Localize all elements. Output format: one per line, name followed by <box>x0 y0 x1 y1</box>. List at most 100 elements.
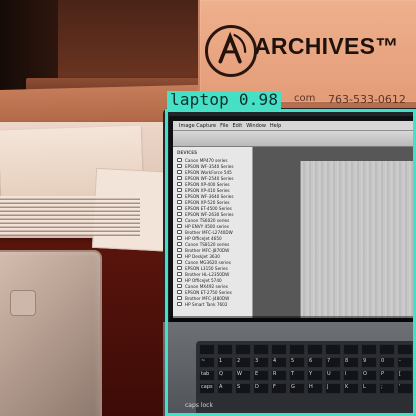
sidebar-item[interactable]: HP Smart Tank 7602 <box>173 301 252 307</box>
keyboard-key[interactable] <box>379 344 395 355</box>
sidebar-item-label: EPSON WF-3540 Series <box>185 163 234 169</box>
keyboard-key[interactable]: D <box>253 383 269 394</box>
keyboard-key[interactable]: 6 <box>307 357 323 368</box>
sidebar-item-label: HP ENVY 4500 series <box>185 223 229 229</box>
key-label: Q <box>219 371 223 377</box>
sidebar-item-label: Canon MX492 series <box>185 283 228 289</box>
keyboard-key[interactable]: ' <box>397 383 413 394</box>
caps-lock-label: caps lock <box>185 402 213 409</box>
keyboard-key[interactable] <box>343 344 359 355</box>
keyboard-key[interactable]: Y <box>307 370 323 381</box>
key-label: A <box>219 384 223 390</box>
scan-preview-area <box>253 147 416 318</box>
scanned-document-preview <box>300 161 416 318</box>
printer-icon <box>177 296 182 300</box>
keyboard-key[interactable]: ~ <box>199 357 215 368</box>
printer-icon <box>177 248 182 252</box>
keyboard-key[interactable]: caps <box>199 383 215 394</box>
keyboard-key[interactable]: H <box>307 383 323 394</box>
printer-icon <box>177 236 182 240</box>
printer-icon <box>177 266 182 270</box>
key-label: 6 <box>309 358 313 364</box>
keyboard: ~ 1 2 3 4 5 6 7 8 9 0 - tab Q W E R T Y … <box>196 341 416 416</box>
key-label: caps <box>201 384 213 390</box>
printer-icon <box>177 272 182 276</box>
menu-help[interactable]: Help <box>270 123 281 129</box>
keyboard-key[interactable] <box>307 344 323 355</box>
keyboard-key[interactable]: K <box>343 383 359 394</box>
sidebar-item-label: EPSON WF-2630 Series <box>185 211 234 217</box>
keyboard-key[interactable]: Q <box>217 370 233 381</box>
sidebar-item-label: EPSON WF-2540 Series <box>185 175 234 181</box>
keyboard-key[interactable]: W <box>235 370 251 381</box>
keyboard-key[interactable] <box>235 344 251 355</box>
keyboard-key[interactable] <box>253 344 269 355</box>
key-label: D <box>255 384 259 390</box>
key-label: T <box>291 371 295 377</box>
keyboard-key[interactable]: U <box>325 370 341 381</box>
keyboard-key[interactable]: R <box>271 370 287 381</box>
key-label: ; <box>381 384 383 390</box>
keyboard-key[interactable] <box>397 344 413 355</box>
keyboard-key[interactable]: 0 <box>379 357 395 368</box>
keyboard-key[interactable]: tab <box>199 370 215 381</box>
printer-icon <box>177 230 182 234</box>
keyboard-key[interactable] <box>361 344 377 355</box>
sidebar-item-label: Brother MFC-J480DW <box>185 295 230 301</box>
keyboard-key[interactable]: L <box>361 383 377 394</box>
keyboard-key[interactable]: 8 <box>343 357 359 368</box>
sidebar-item-label: EPSON WF-3640 Series <box>185 193 234 199</box>
printer-icon <box>177 182 182 186</box>
archives-brand-word: ARCHIVES <box>254 33 376 59</box>
key-label: K <box>345 384 349 390</box>
keyboard-key[interactable]: 1 <box>217 357 233 368</box>
sidebar-item-label: Canon MP470 series <box>185 157 228 163</box>
menu-app-name[interactable]: Image Capture <box>179 123 216 129</box>
menu-edit[interactable]: Edit <box>233 123 243 129</box>
keyboard-key[interactable]: T <box>289 370 305 381</box>
keyboard-key[interactable] <box>217 344 233 355</box>
key-label: ' <box>399 384 401 390</box>
keyboard-key[interactable]: F <box>271 383 287 394</box>
menu-file[interactable]: File <box>220 123 228 129</box>
printer-icon <box>177 260 182 264</box>
keyboard-key[interactable]: 9 <box>361 357 377 368</box>
keyboard-row-function <box>199 344 413 355</box>
printer-icon <box>177 212 182 216</box>
keyboard-key[interactable]: A <box>217 383 233 394</box>
printer-icon <box>177 158 182 162</box>
keyboard-row-numbers: ~ 1 2 3 4 5 6 7 8 9 0 - <box>199 357 413 368</box>
keyboard-key[interactable]: 2 <box>235 357 251 368</box>
laptop-screen: Image Capture File Edit Window Help DEVI… <box>173 121 416 318</box>
keyboard-key[interactable] <box>199 344 215 355</box>
keyboard-key[interactable]: 3 <box>253 357 269 368</box>
keyboard-key[interactable]: - <box>397 357 413 368</box>
sidebar-item-label: HP DeskJet 3630 <box>185 253 220 259</box>
keyboard-key[interactable]: J <box>325 383 341 394</box>
key-label: 4 <box>273 358 277 364</box>
keyboard-row-home-letters: caps A S D F G H J K L ; ' <box>199 383 413 394</box>
keyboard-key[interactable]: ; <box>379 383 395 394</box>
key-label: E <box>255 371 259 377</box>
keyboard-key[interactable] <box>289 344 305 355</box>
printer-icon <box>177 284 182 288</box>
keyboard-key[interactable] <box>325 344 341 355</box>
keyboard-key[interactable]: P <box>379 370 395 381</box>
keyboard-key[interactable]: E <box>253 370 269 381</box>
key-label: H <box>309 384 313 390</box>
sidebar-item-label: Brother MFC-J870DW <box>185 247 230 253</box>
keyboard-key[interactable] <box>271 344 287 355</box>
key-label: W <box>237 371 242 377</box>
key-label: Y <box>309 371 313 377</box>
keyboard-key[interactable]: O <box>361 370 377 381</box>
keyboard-key[interactable]: 4 <box>271 357 287 368</box>
keyboard-key[interactable]: [ <box>397 370 413 381</box>
keyboard-key[interactable]: S <box>235 383 251 394</box>
menu-window[interactable]: Window <box>246 123 266 129</box>
laptop-detection-label: laptop 0.98 <box>167 91 282 109</box>
keyboard-key[interactable]: I <box>343 370 359 381</box>
sidebar-item-label: EPSON L3150 Series <box>185 265 228 271</box>
keyboard-key[interactable]: 7 <box>325 357 341 368</box>
keyboard-key[interactable]: G <box>289 383 305 394</box>
keyboard-key[interactable]: 5 <box>289 357 305 368</box>
